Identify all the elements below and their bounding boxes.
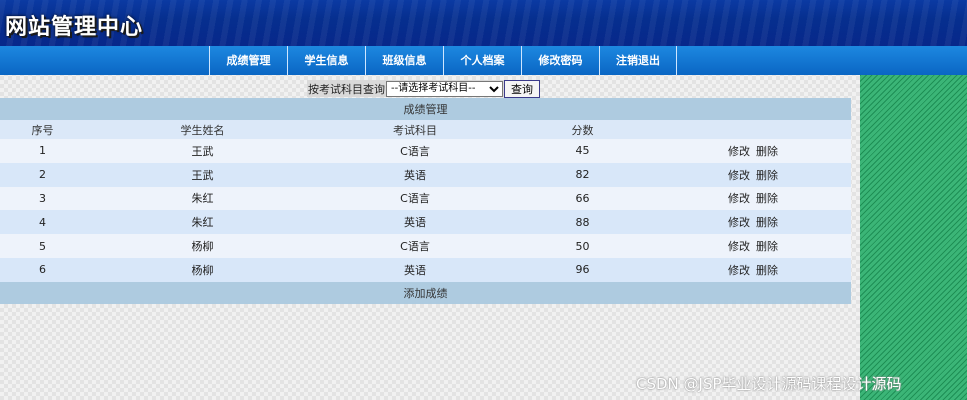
cell-id: 6 xyxy=(0,257,85,282)
cell-score: 50 xyxy=(510,234,655,258)
cell-id: 2 xyxy=(0,162,85,187)
cell-id: 4 xyxy=(0,210,85,235)
column-header-name: 学生姓名 xyxy=(85,120,320,139)
query-button[interactable]: 查询 xyxy=(504,79,540,98)
nav-item-class-info[interactable]: 班级信息 xyxy=(365,46,443,75)
cell-score: 88 xyxy=(510,210,655,235)
nav-item-student-info[interactable]: 学生信息 xyxy=(287,46,365,75)
edit-link[interactable]: 修改 xyxy=(728,145,750,158)
site-header: 网站管理中心 xyxy=(0,0,967,46)
grade-table: 成绩管理 序号 学生姓名 考试科目 分数 1 王武 C语言 45 修改 删除 2 … xyxy=(0,98,852,304)
cell-subject: C语言 xyxy=(320,186,510,211)
cell-name: 朱红 xyxy=(85,186,320,211)
delete-link[interactable]: 删除 xyxy=(756,169,778,182)
edit-link[interactable]: 修改 xyxy=(728,169,750,182)
column-header-subject: 考试科目 xyxy=(320,120,510,139)
header-decoration xyxy=(0,0,967,46)
cell-subject: C语言 xyxy=(320,234,510,258)
cell-actions: 修改 删除 xyxy=(655,139,852,163)
nav-item-grade-management[interactable]: 成绩管理 xyxy=(209,46,287,75)
site-title: 网站管理中心 xyxy=(5,15,144,40)
table-header-row: 序号 学生姓名 考试科目 分数 xyxy=(0,120,852,139)
edit-link[interactable]: 修改 xyxy=(728,264,750,277)
table-row: 4 朱红 英语 88 修改 删除 xyxy=(0,210,852,235)
table-row: 6 杨柳 英语 96 修改 删除 xyxy=(0,257,852,282)
table-caption-row: 成绩管理 xyxy=(0,98,852,120)
cell-name: 朱红 xyxy=(85,210,320,235)
table-row: 1 王武 C语言 45 修改 删除 xyxy=(0,139,852,163)
edit-link[interactable]: 修改 xyxy=(728,192,750,205)
column-header-score: 分数 xyxy=(510,120,655,139)
cell-actions: 修改 删除 xyxy=(655,257,852,282)
cell-subject: C语言 xyxy=(320,139,510,163)
cell-subject: 英语 xyxy=(320,257,510,282)
cell-score: 66 xyxy=(510,186,655,211)
edit-link[interactable]: 修改 xyxy=(728,216,750,229)
cell-actions: 修改 删除 xyxy=(655,210,852,235)
column-header-id: 序号 xyxy=(0,120,85,139)
table-footer-row: 添加成绩 xyxy=(0,281,852,304)
nav-item-logout[interactable]: 注销退出 xyxy=(599,46,677,75)
table-row: 5 杨柳 C语言 50 修改 删除 xyxy=(0,234,852,258)
cell-actions: 修改 删除 xyxy=(655,186,852,211)
cell-id: 5 xyxy=(0,234,85,258)
search-label: 按考试科目查询 xyxy=(308,82,385,96)
table-row: 3 朱红 C语言 66 修改 删除 xyxy=(0,186,852,211)
cell-score: 45 xyxy=(510,139,655,163)
delete-link[interactable]: 删除 xyxy=(756,216,778,229)
search-bar: 按考试科目查询 --请选择考试科目-- 查询 xyxy=(307,79,540,98)
nav-item-personal-profile[interactable]: 个人档案 xyxy=(443,46,521,75)
delete-link[interactable]: 删除 xyxy=(756,264,778,277)
delete-link[interactable]: 删除 xyxy=(756,240,778,253)
watermark: CSDN @JSP毕业设计源码课程设计源码 xyxy=(636,375,902,393)
cell-name: 杨柳 xyxy=(85,234,320,258)
add-grade-link[interactable]: 添加成绩 xyxy=(404,287,448,300)
table-row: 2 王武 英语 82 修改 删除 xyxy=(0,162,852,187)
cell-id: 1 xyxy=(0,139,85,163)
cell-actions: 修改 删除 xyxy=(655,234,852,258)
cell-name: 王武 xyxy=(85,139,320,163)
nav-items: 成绩管理 学生信息 班级信息 个人档案 修改密码 注销退出 xyxy=(209,46,677,75)
exam-subject-select[interactable]: --请选择考试科目-- xyxy=(386,80,503,97)
cell-id: 3 xyxy=(0,186,85,211)
delete-link[interactable]: 删除 xyxy=(756,145,778,158)
table-caption: 成绩管理 xyxy=(0,98,852,120)
cell-name: 杨柳 xyxy=(85,257,320,282)
side-decoration-panel xyxy=(860,75,967,400)
cell-actions: 修改 删除 xyxy=(655,162,852,187)
nav-item-change-password[interactable]: 修改密码 xyxy=(521,46,599,75)
cell-score: 82 xyxy=(510,162,655,187)
cell-subject: 英语 xyxy=(320,162,510,187)
delete-link[interactable]: 删除 xyxy=(756,192,778,205)
column-header-actions xyxy=(655,120,852,139)
cell-name: 王武 xyxy=(85,162,320,187)
cell-subject: 英语 xyxy=(320,210,510,235)
cell-score: 96 xyxy=(510,257,655,282)
table-footer: 添加成绩 xyxy=(0,281,852,304)
edit-link[interactable]: 修改 xyxy=(728,240,750,253)
main-nav: 成绩管理 学生信息 班级信息 个人档案 修改密码 注销退出 xyxy=(0,46,967,75)
